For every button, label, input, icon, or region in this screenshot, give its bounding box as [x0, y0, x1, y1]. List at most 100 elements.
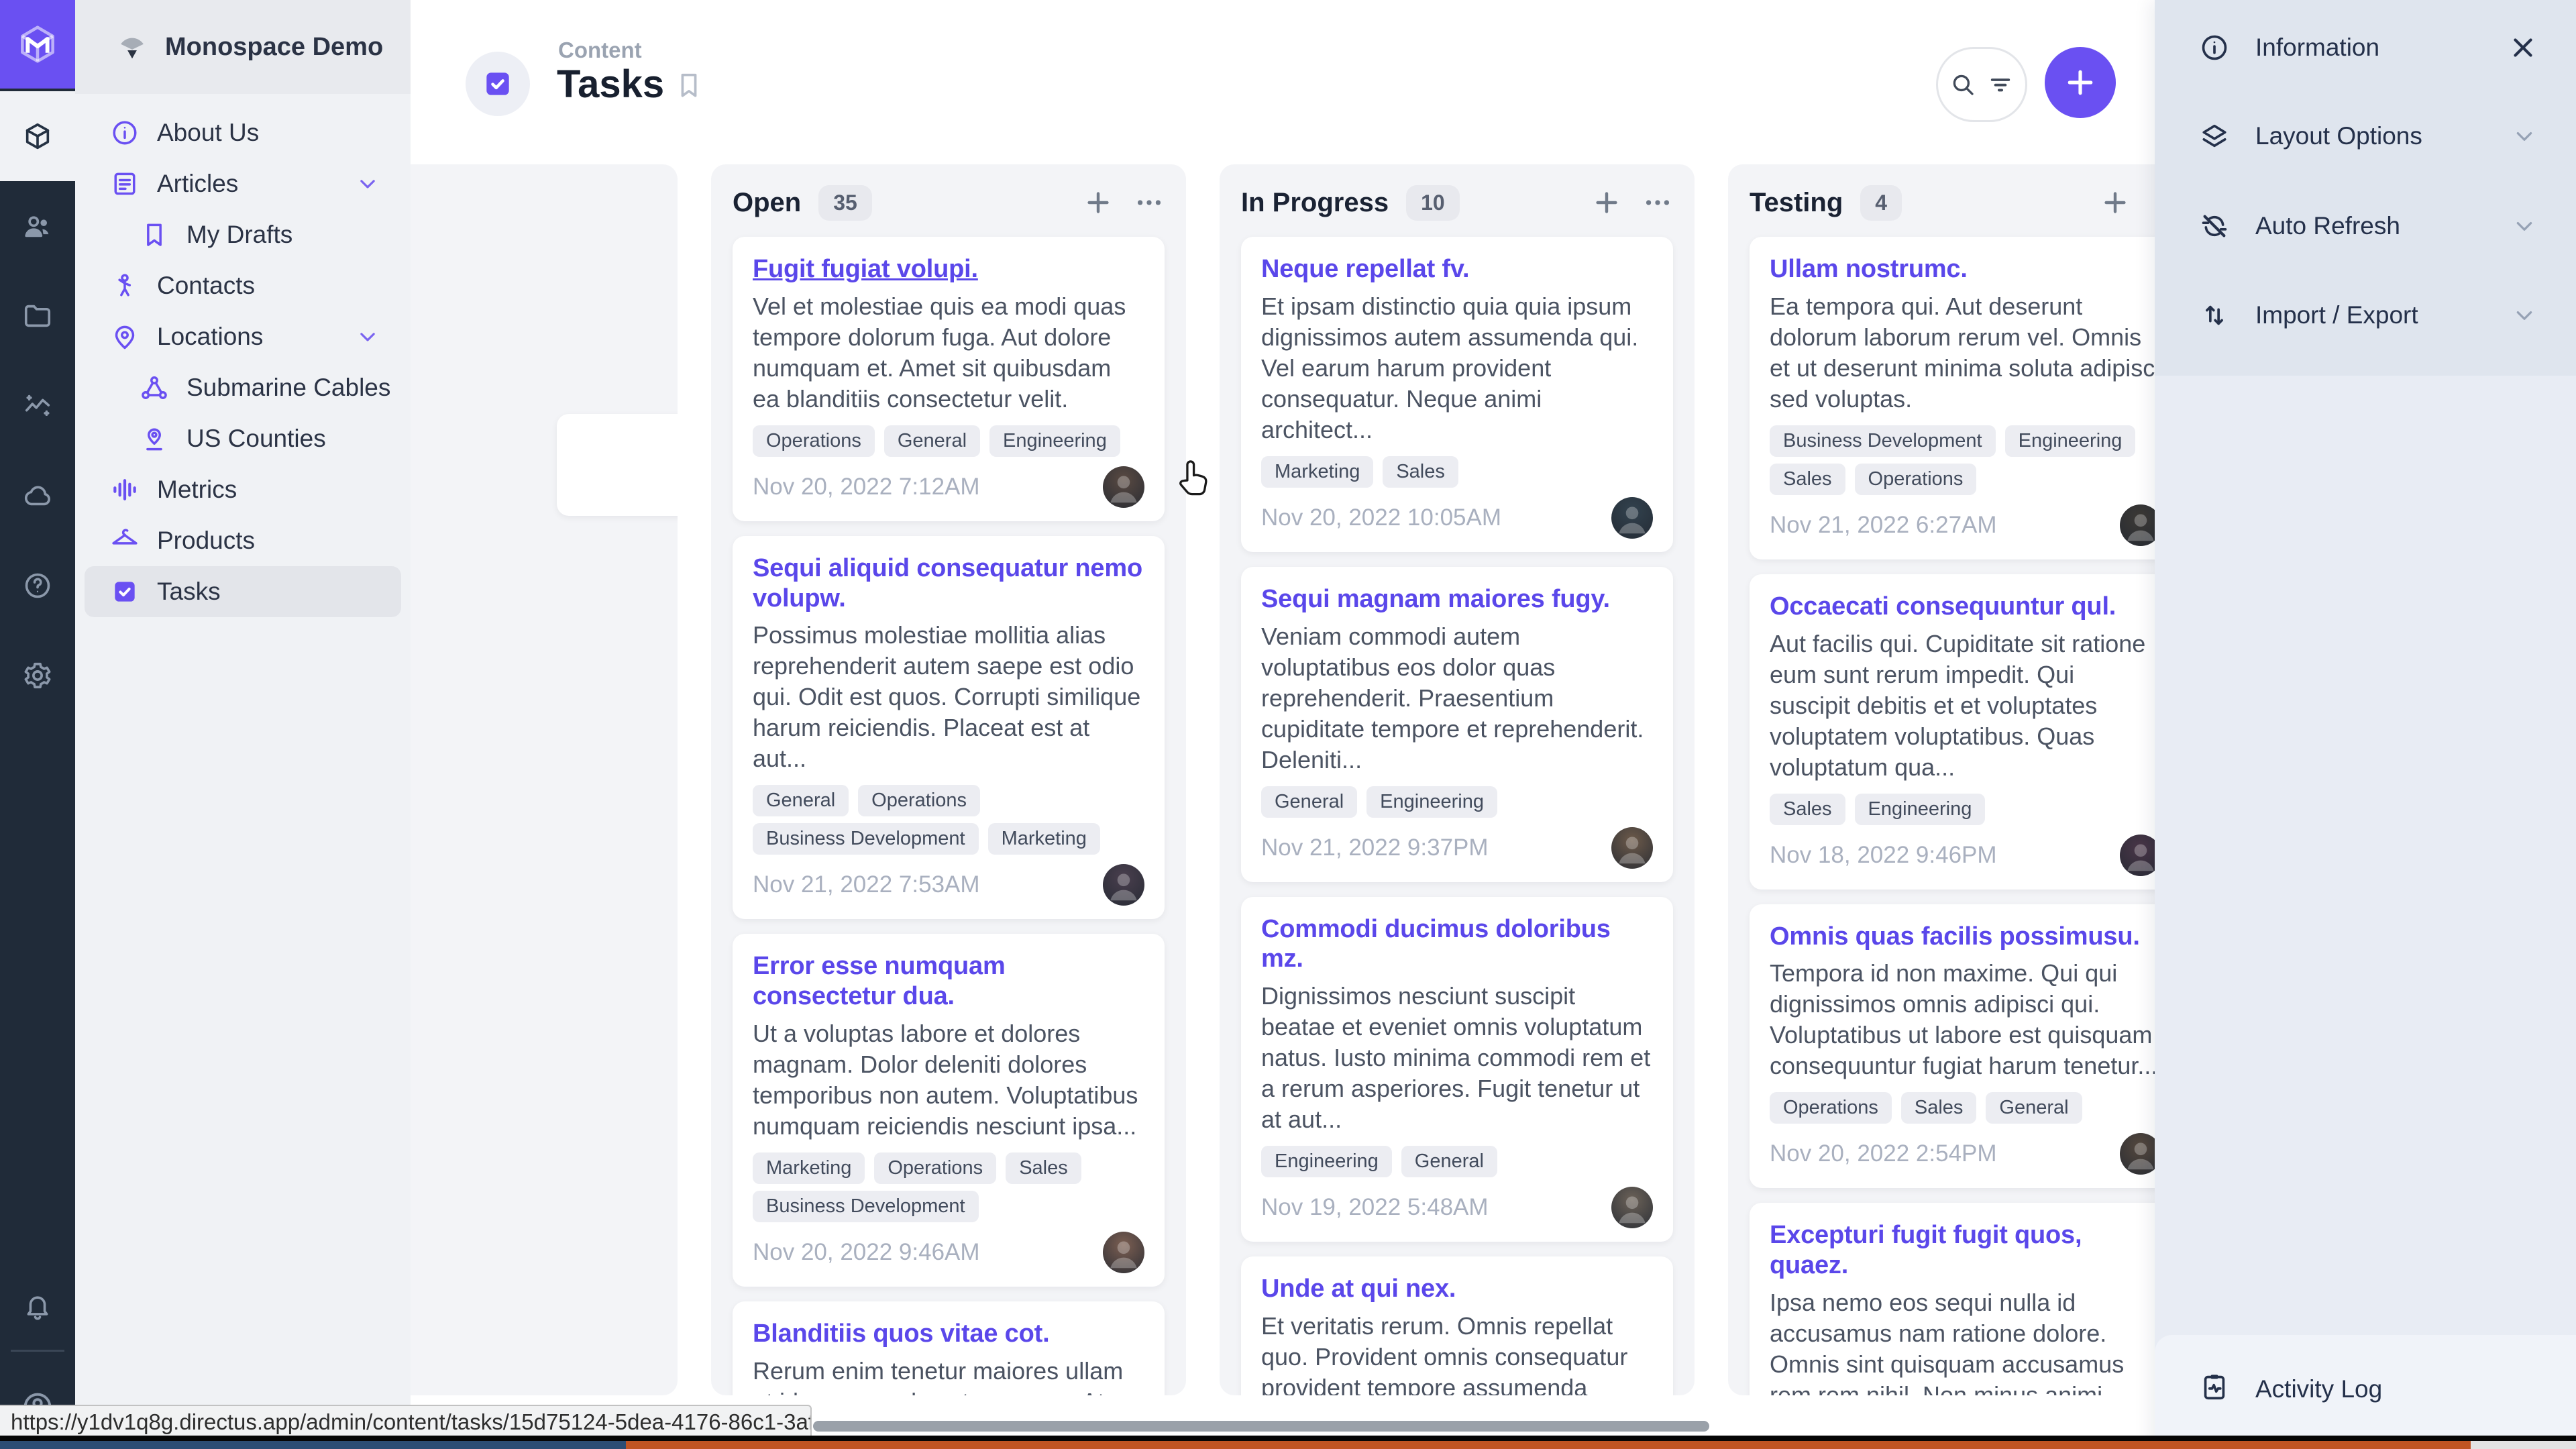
task-card[interactable]: ished task PM [557, 414, 678, 516]
settings-module-icon[interactable] [0, 631, 75, 720]
task-title[interactable]: Fugit fugiat volupi. [753, 254, 1144, 284]
close-icon[interactable] [2508, 32, 2538, 63]
sidebar-item-label: Activity Log [2255, 1375, 2382, 1403]
chevron-down-icon[interactable] [354, 170, 381, 197]
nav-item-label: Articles [157, 170, 238, 198]
column-count-badge: 4 [1860, 185, 1902, 221]
chevron-down-icon[interactable] [2510, 122, 2538, 150]
pin-drop-icon [140, 424, 169, 453]
filter-icon[interactable] [1986, 70, 2015, 99]
activity-log-icon [2199, 1371, 2230, 1408]
sidebar-item-layout-options[interactable]: Layout Options [2155, 103, 2576, 170]
nav-item-metrics[interactable]: Metrics [85, 464, 401, 515]
info-icon [2199, 32, 2230, 63]
chevron-down-icon[interactable] [354, 323, 381, 350]
assignee-avatar [1103, 864, 1144, 906]
nav-item-articles[interactable]: Articles [85, 158, 401, 209]
sidebar-item-import-export[interactable]: Import / Export [2155, 282, 2576, 349]
chevron-down-icon[interactable] [2510, 301, 2538, 329]
task-description: Possimus molestiae mollitia alias repreh… [753, 620, 1144, 774]
task-card[interactable]: Ullam nostrumc.Ea tempora qui. Aut deser… [1750, 237, 2182, 559]
task-title[interactable]: Neque repellat fv. [1261, 254, 1653, 284]
add-card-icon[interactable] [1591, 187, 1622, 218]
task-card[interactable]: Sequi magnam maiores fugy. Veniam commodi… [1241, 567, 1673, 882]
assignee-avatar [1103, 466, 1144, 508]
task-date: Nov 19, 2022 5:48AM [1261, 1194, 1489, 1221]
nav-item-tasks[interactable]: Tasks [85, 566, 401, 617]
sync-disabled-icon [2199, 211, 2230, 241]
column-menu-icon[interactable] [1134, 187, 1165, 218]
task-title[interactable]: Occaecati consequuntur qul. [1770, 592, 2161, 622]
bookmark-icon [140, 220, 169, 250]
content-module-icon[interactable] [0, 91, 75, 181]
nav-item-my-drafts[interactable]: My Drafts [85, 209, 401, 260]
notifications-bell-icon[interactable] [0, 1261, 75, 1351]
page-header [411, 0, 2157, 164]
task-title[interactable]: Sequi aliquid consequatur nemo volupw. [753, 553, 1144, 614]
task-title[interactable]: Omnis quas facilis possimusu. [1770, 922, 2161, 952]
bookmark-icon[interactable] [674, 70, 704, 104]
sidebar-item-activity-log[interactable]: Activity Log [2155, 1359, 2576, 1419]
card-list: Ullam nostrumc.Ea tempora qui. Aut deser… [1750, 237, 2182, 1395]
search-filter-pill[interactable] [1936, 47, 2027, 122]
task-title[interactable]: Excepturi fugit fugit quos, quaez. [1770, 1220, 2161, 1281]
tag-chip: Sales [1901, 1092, 1977, 1124]
task-title[interactable]: Commodi ducimus doloribus mz. [1261, 914, 1653, 975]
task-title[interactable]: Blanditiis quos vitae cot. [753, 1319, 1144, 1349]
column-menu-icon[interactable] [1642, 187, 1673, 218]
project-header[interactable]: Monospace Demo [75, 0, 411, 94]
nav-item-us-counties[interactable]: US Counties [85, 413, 401, 464]
task-card[interactable]: Occaecati consequuntur qul.Aut facilis q… [1750, 574, 2182, 890]
nav-item-locations[interactable]: Locations [85, 311, 401, 362]
task-description: Veniam commodi autem voluptatibus eos do… [1261, 621, 1653, 775]
task-card[interactable]: Unde at qui nex.Et veritatis rerum. Omni… [1241, 1256, 1673, 1395]
tag-chip: Engineering [1366, 786, 1497, 818]
module-bar [0, 0, 75, 1449]
sidebar-item-auto-refresh[interactable]: Auto Refresh [2155, 193, 2576, 260]
sidebar-item-label: Information [2255, 34, 2379, 62]
assignee-avatar [1611, 827, 1653, 869]
insights-module-icon[interactable] [0, 361, 75, 451]
nav-item-label: US Counties [186, 425, 326, 453]
task-card[interactable]: Sequi aliquid consequatur nemo volupw.Po… [733, 536, 1165, 920]
cloud-module-icon[interactable] [0, 451, 75, 541]
person-icon [110, 271, 140, 301]
nav-item-submarine-cables[interactable]: Submarine Cables [85, 362, 401, 413]
users-module-icon[interactable] [0, 181, 75, 271]
collection-icon [466, 52, 530, 116]
task-card[interactable]: Neque repellat fv.Et ipsam distinctio qu… [1241, 237, 1673, 552]
horizontal-scrollbar[interactable] [813, 1421, 1709, 1432]
tag-chip: Marketing [1261, 456, 1373, 488]
chevron-down-icon[interactable] [2510, 212, 2538, 240]
card-meta: Nov 20, 2022 7:12AM [753, 466, 1144, 508]
add-card-icon[interactable] [1083, 187, 1114, 218]
task-title[interactable]: Unde at qui nex. [1261, 1274, 1653, 1304]
directus-logo[interactable] [0, 0, 75, 89]
create-item-button[interactable] [2045, 47, 2116, 118]
task-card[interactable]: Blanditiis quos vitae cot.Rerum enim ten… [733, 1301, 1165, 1395]
task-card[interactable]: Error esse numquam consectetur dua.Ut a … [733, 934, 1165, 1287]
tag-chip: Operations [874, 1152, 996, 1184]
tag-list: OperationsGeneralEngineering [753, 425, 1144, 457]
nav-item-contacts[interactable]: Contacts [85, 260, 401, 311]
nav-item-about-us[interactable]: About Us [85, 107, 401, 158]
files-module-icon[interactable] [0, 271, 75, 361]
task-card[interactable]: Excepturi fugit fugit quos, quaez.Ipsa n… [1750, 1203, 2182, 1395]
help-module-icon[interactable] [0, 541, 75, 631]
tag-chip: Marketing [753, 1152, 865, 1184]
sidebar-item-information[interactable]: Information [2155, 14, 2576, 81]
task-title[interactable]: Ullam nostrumc. [1770, 254, 2161, 284]
import-export-icon [2199, 300, 2230, 331]
task-card[interactable]: Commodi ducimus doloribus mz.Dignissimos… [1241, 897, 1673, 1242]
task-title[interactable]: Sequi magnam maiores fugy. [1261, 584, 1653, 614]
nav-item-products[interactable]: Products [85, 515, 401, 566]
task-card[interactable]: Fugit fugiat volupi. Vel et molestiae qui… [733, 237, 1165, 521]
task-title[interactable]: Error esse numquam consectetur dua. [753, 951, 1144, 1012]
add-card-icon[interactable] [2100, 187, 2131, 218]
task-card[interactable]: Omnis quas facilis possimusu.Tempora id … [1750, 904, 2182, 1189]
breadcrumb[interactable]: Content [558, 38, 642, 63]
tag-list: SalesEngineering [1770, 794, 2161, 825]
task-description: Vel et molestiae quis ea modi quas tempo… [753, 291, 1144, 415]
search-icon[interactable] [1949, 70, 1977, 99]
tag-list: MarketingOperationsSalesBusiness Develop… [753, 1152, 1144, 1222]
